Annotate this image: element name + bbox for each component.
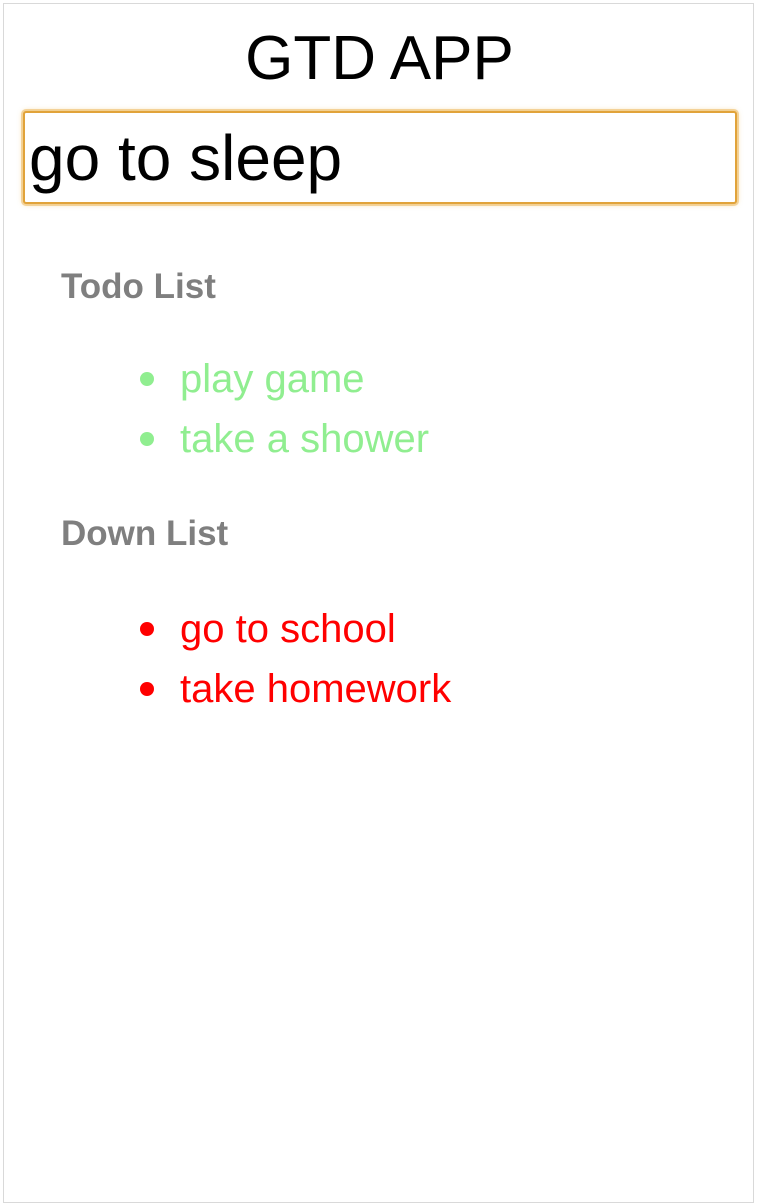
bullet-dot-icon (140, 682, 154, 696)
todo-item-label: play game (180, 357, 365, 401)
done-item-label: take homework (180, 667, 452, 711)
bullet-dot-icon (140, 432, 154, 446)
app-title: GTD APP (245, 24, 514, 93)
done-list-heading: Down List (61, 514, 229, 553)
new-task-input[interactable] (23, 111, 737, 204)
app-frame: GTD APP Todo List play game take a showe… (3, 3, 754, 1203)
done-item-label: go to school (180, 607, 396, 651)
bullet-dot-icon (140, 372, 154, 386)
todo-list-heading: Todo List (61, 267, 216, 306)
bullet-dot-icon (140, 622, 154, 636)
todo-item-label: take a shower (180, 417, 430, 461)
